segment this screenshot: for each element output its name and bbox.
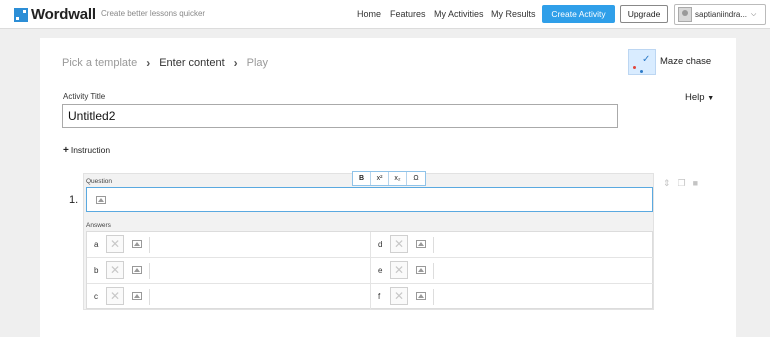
instruction-label: Instruction xyxy=(70,145,111,155)
caret-down-icon: ▼ xyxy=(707,95,715,102)
nav-home[interactable]: Home xyxy=(357,9,381,19)
question-number: 1. xyxy=(69,194,79,206)
answer-letter: d xyxy=(378,240,383,249)
answer-letter: f xyxy=(378,292,381,301)
answer-letter: b xyxy=(94,266,99,275)
tagline: Create better lessons quicker xyxy=(101,9,206,18)
image-icon[interactable] xyxy=(96,196,106,204)
incorrect-toggle-icon[interactable]: ✕ xyxy=(390,235,408,253)
check-icon: ✓ xyxy=(642,54,651,65)
symbol-button[interactable]: Ω xyxy=(407,172,425,185)
help-menu[interactable]: Help ▼ xyxy=(685,92,714,103)
user-menu[interactable]: saptianiindra... ⌵ xyxy=(674,4,766,25)
answer-row[interactable]: e ✕ xyxy=(370,258,653,284)
question-input[interactable] xyxy=(86,187,653,212)
nav-my-results[interactable]: My Results xyxy=(491,9,536,19)
top-navigation-bar: Wordwall Create better lessons quicker H… xyxy=(0,0,770,29)
question-block: Question B x² x₂ Ω Answers a ✕ b ✕ c ✕ d… xyxy=(83,171,654,310)
template-thumbnail[interactable]: ✓ xyxy=(628,49,656,75)
question-actions: ⇕ ❐ ■ xyxy=(663,178,698,189)
incorrect-toggle-icon[interactable]: ✕ xyxy=(106,261,124,279)
answer-row[interactable]: b ✕ xyxy=(87,258,370,284)
reorder-icon[interactable]: ⇕ xyxy=(663,178,671,189)
question-label: Question xyxy=(86,178,113,185)
delete-icon[interactable]: ■ xyxy=(693,178,698,189)
answer-row[interactable]: d ✕ xyxy=(370,232,653,258)
template-name[interactable]: Maze chase xyxy=(660,56,711,67)
activity-title-input[interactable]: Untitled2 xyxy=(62,104,618,128)
step-enter-content: Enter content xyxy=(159,57,225,69)
answer-letter: e xyxy=(378,266,383,275)
chevron-down-icon: ⌵ xyxy=(751,10,757,18)
logo-icon xyxy=(14,7,28,22)
chevron-right-icon: › xyxy=(233,56,238,70)
incorrect-toggle-icon[interactable]: ✕ xyxy=(106,287,124,305)
image-icon[interactable] xyxy=(416,240,426,248)
wordwall-logo[interactable]: Wordwall xyxy=(14,6,96,23)
duplicate-icon[interactable]: ❐ xyxy=(678,178,686,189)
answer-row[interactable]: f ✕ xyxy=(370,284,653,310)
chevron-right-icon: › xyxy=(146,56,151,70)
answers-label: Answers xyxy=(86,222,111,229)
avatar xyxy=(678,7,692,22)
help-label: Help xyxy=(685,92,705,103)
step-play[interactable]: Play xyxy=(247,57,268,69)
add-instruction-button[interactable]: + Instruction xyxy=(63,145,110,156)
plus-icon: + xyxy=(63,145,69,156)
image-icon[interactable] xyxy=(132,292,142,300)
format-toolbar: B x² x₂ Ω xyxy=(352,171,426,186)
activity-title-label: Activity Title xyxy=(63,92,106,101)
answer-row[interactable]: c ✕ xyxy=(87,284,370,310)
content-card: Pick a template › Enter content › Play ✓… xyxy=(40,38,736,337)
image-icon[interactable] xyxy=(416,292,426,300)
superscript-button[interactable]: x² xyxy=(371,172,389,185)
user-name: saptianiindra... xyxy=(695,10,748,19)
image-icon[interactable] xyxy=(132,240,142,248)
step-pick-template[interactable]: Pick a template xyxy=(62,57,137,69)
bold-button[interactable]: B xyxy=(353,172,371,185)
answers-grid: a ✕ b ✕ c ✕ d ✕ e ✕ f ✕ xyxy=(86,231,653,310)
incorrect-toggle-icon[interactable]: ✕ xyxy=(106,235,124,253)
upgrade-button[interactable]: Upgrade xyxy=(620,5,668,23)
create-activity-button[interactable]: Create Activity xyxy=(542,5,615,23)
answer-letter: c xyxy=(94,292,98,301)
brand-name: Wordwall xyxy=(31,6,96,23)
breadcrumb: Pick a template › Enter content › Play xyxy=(62,56,268,70)
answer-row[interactable]: a ✕ xyxy=(87,232,370,258)
incorrect-toggle-icon[interactable]: ✕ xyxy=(390,287,408,305)
answer-letter: a xyxy=(94,240,99,249)
nav-my-activities[interactable]: My Activities xyxy=(434,9,484,19)
image-icon[interactable] xyxy=(132,266,142,274)
image-icon[interactable] xyxy=(416,266,426,274)
subscript-button[interactable]: x₂ xyxy=(389,172,407,185)
incorrect-toggle-icon[interactable]: ✕ xyxy=(390,261,408,279)
nav-features[interactable]: Features xyxy=(390,9,426,19)
